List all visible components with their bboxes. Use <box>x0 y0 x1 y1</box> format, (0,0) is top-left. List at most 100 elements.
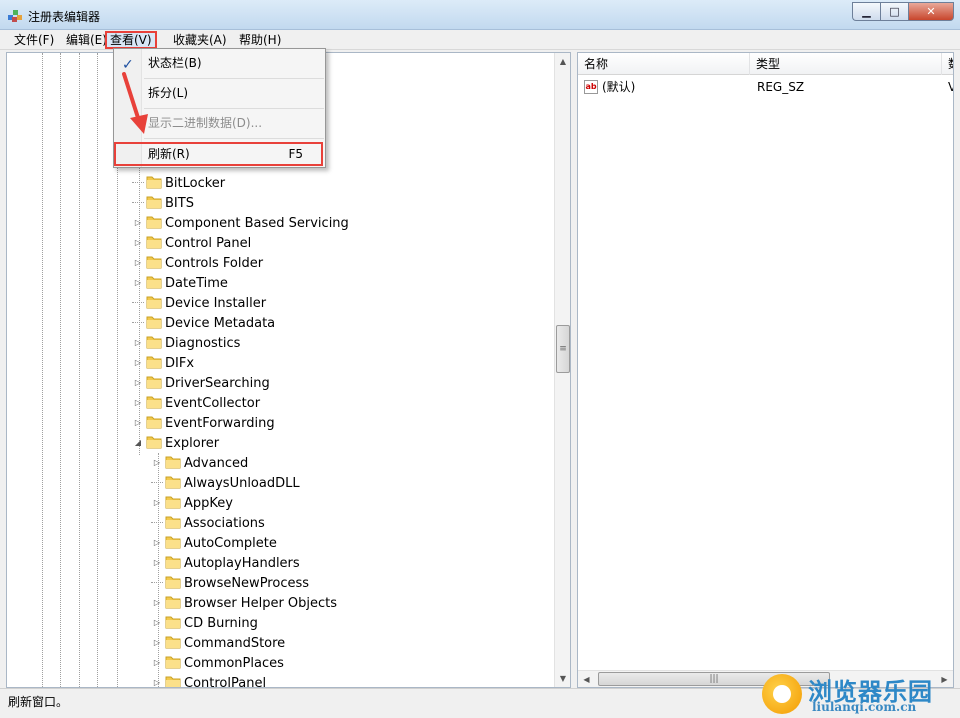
scroll-up-arrow-icon[interactable]: ▲ <box>555 53 570 70</box>
expand-arrow-icon[interactable]: ▷ <box>132 413 144 433</box>
tree-connector <box>132 313 144 323</box>
tree-item[interactable]: ▷ Diagnostics <box>132 333 241 353</box>
folder-icon <box>146 415 162 429</box>
tree-vertical-scrollbar[interactable]: ▲ ≡ ▼ <box>554 53 570 687</box>
expand-arrow-icon[interactable]: ▷ <box>151 493 163 513</box>
column-header: 名称 类型 数 <box>578 53 953 75</box>
maximize-button[interactable]: □ <box>880 2 908 21</box>
folder-icon <box>165 575 181 589</box>
menu-view[interactable]: 查看(V) <box>105 31 157 49</box>
tree-item[interactable]: ◢ Explorer <box>132 433 219 453</box>
tree-item[interactable]: ▷ DIFx <box>132 353 194 373</box>
expand-arrow-icon[interactable]: ▷ <box>151 593 163 613</box>
tree-connector <box>151 573 163 583</box>
tree-item[interactable]: Device Installer <box>132 293 266 313</box>
list-item[interactable]: ab (默认) REG_SZ V <box>578 77 953 97</box>
folder-icon <box>165 515 181 529</box>
tree-item[interactable]: ▷ Advanced <box>151 453 248 473</box>
tree-item-label: DateTime <box>165 276 228 291</box>
column-data[interactable]: 数 <box>942 53 953 75</box>
tree-item[interactable]: Device Metadata <box>132 313 275 333</box>
tree-item[interactable]: Associations <box>151 513 265 533</box>
expand-arrow-icon[interactable]: ▷ <box>132 233 144 253</box>
tree-item[interactable]: ▷ Control Panel <box>132 233 251 253</box>
tree-item[interactable]: ▷ DriverSearching <box>132 373 270 393</box>
menu-help[interactable]: 帮助(H) <box>236 31 284 49</box>
close-button[interactable]: ✕ <box>908 2 954 21</box>
tree-item[interactable]: ▷ Component Based Servicing <box>132 213 349 233</box>
expand-arrow-icon[interactable]: ▷ <box>151 533 163 553</box>
menu-item-refresh[interactable]: 刷新(R) F5 <box>114 142 323 166</box>
tree-connector <box>132 173 144 183</box>
tree-item[interactable]: AlwaysUnloadDLL <box>151 473 300 493</box>
folder-icon <box>165 595 181 609</box>
expand-arrow-icon[interactable]: ▷ <box>151 453 163 473</box>
expand-arrow-icon[interactable]: ▷ <box>132 373 144 393</box>
values-list-pane[interactable]: 名称 类型 数 ab (默认) REG_SZ V ◀ ||| ▶ <box>577 52 954 688</box>
value-data: V <box>948 77 953 97</box>
tree-item-label: EventForwarding <box>165 416 275 431</box>
title-bar: 注册表编辑器 ▁ □ ✕ <box>0 0 960 30</box>
menu-file[interactable]: 文件(F) <box>11 31 57 49</box>
tree-connector <box>132 193 144 203</box>
expand-arrow-icon[interactable]: ▷ <box>132 273 144 293</box>
tree-guide-line <box>60 53 61 687</box>
tree-item[interactable]: ▷ EventCollector <box>132 393 260 413</box>
tree-connector <box>151 473 163 483</box>
tree-item[interactable]: ▷ EventForwarding <box>132 413 275 433</box>
annotation-arrow-icon <box>122 72 148 134</box>
expand-arrow-icon[interactable]: ▷ <box>151 613 163 633</box>
expand-arrow-icon[interactable]: ▷ <box>132 253 144 273</box>
scroll-down-arrow-icon[interactable]: ▼ <box>555 670 570 687</box>
tree-item[interactable]: ▷ AutoplayHandlers <box>151 553 300 573</box>
tree-item[interactable]: ▷ CD Burning <box>151 613 258 633</box>
tree-item-label: AppKey <box>184 496 233 511</box>
folder-icon <box>165 555 181 569</box>
expand-arrow-icon[interactable]: ▷ <box>151 673 163 687</box>
window-controls: ▁ □ ✕ <box>852 2 954 21</box>
tree-item[interactable]: ▷ CommonPlaces <box>151 653 284 673</box>
tree-item-label: CommonPlaces <box>184 656 284 671</box>
folder-icon <box>165 655 181 669</box>
column-name[interactable]: 名称 <box>578 53 750 75</box>
scroll-left-arrow-icon[interactable]: ◀ <box>578 671 595 687</box>
menu-separator <box>144 108 324 109</box>
tree-item[interactable]: BrowseNewProcess <box>151 573 309 593</box>
tree-item-label: DIFx <box>165 356 195 371</box>
tree-guide-line <box>79 53 80 687</box>
tree-item[interactable]: BITS <box>132 193 194 213</box>
tree-item-label: BitLocker <box>165 176 226 191</box>
tree-item-label: ControlPanel <box>184 676 267 688</box>
tree-connector <box>132 293 144 303</box>
tree-item-label: Device Installer <box>165 296 267 311</box>
tree-item[interactable]: ▷ AutoComplete <box>151 533 277 553</box>
expand-arrow-icon[interactable]: ▷ <box>132 393 144 413</box>
scroll-thumb[interactable]: ≡ <box>556 325 570 373</box>
folder-icon <box>165 635 181 649</box>
expand-arrow-icon[interactable]: ◢ <box>132 433 144 453</box>
tree-item[interactable]: ▷ Browser Helper Objects <box>151 593 337 613</box>
expand-arrow-icon[interactable]: ▷ <box>132 333 144 353</box>
folder-icon <box>146 355 162 369</box>
minimize-button[interactable]: ▁ <box>852 2 880 21</box>
tree-item[interactable]: ▷ DateTime <box>132 273 228 293</box>
tree-connector <box>151 513 163 523</box>
tree-item[interactable]: BitLocker <box>132 173 225 193</box>
expand-arrow-icon[interactable]: ▷ <box>132 213 144 233</box>
tree-item-label: DriverSearching <box>165 376 270 391</box>
tree-item-label: EventCollector <box>165 396 261 411</box>
menu-edit[interactable]: 编辑(E) <box>63 31 110 49</box>
expand-arrow-icon[interactable]: ▷ <box>151 633 163 653</box>
expand-arrow-icon[interactable]: ▷ <box>151 553 163 573</box>
menu-separator <box>144 78 324 79</box>
expand-arrow-icon[interactable]: ▷ <box>151 653 163 673</box>
tree-item[interactable]: ▷ AppKey <box>151 493 233 513</box>
column-type[interactable]: 类型 <box>750 53 942 75</box>
tree-item[interactable]: ▷ Controls Folder <box>132 253 263 273</box>
watermark-url: liulanqi.com.cn <box>812 700 917 714</box>
folder-icon <box>146 295 162 309</box>
tree-item[interactable]: ▷ CommandStore <box>151 633 285 653</box>
menu-favorites[interactable]: 收藏夹(A) <box>170 31 230 49</box>
expand-arrow-icon[interactable]: ▷ <box>132 353 144 373</box>
tree-item[interactable]: ▷ ControlPanel <box>151 673 267 688</box>
